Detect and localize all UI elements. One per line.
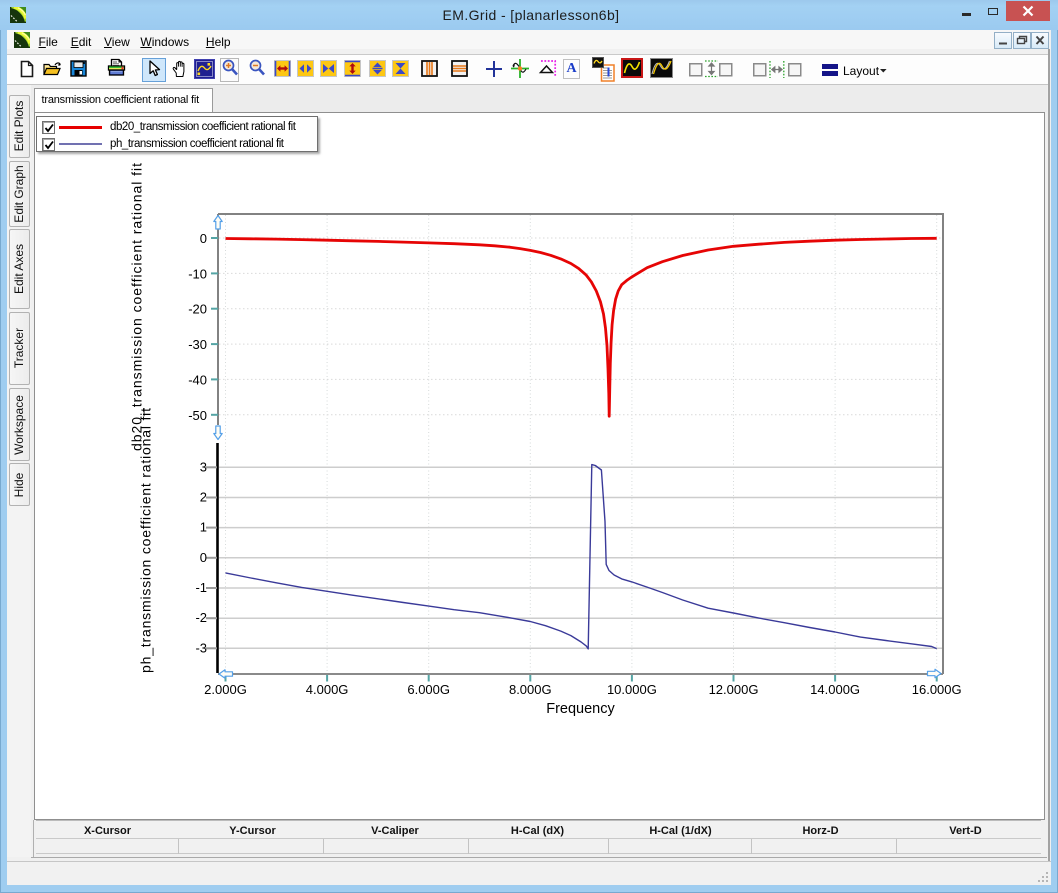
svg-text:-50: -50 [188,408,207,423]
svg-text:0: 0 [200,231,207,246]
svg-text:Frequency: Frequency [546,701,615,717]
svg-text:2.000G: 2.000G [204,682,247,697]
svg-text:6.000G: 6.000G [407,682,450,697]
svg-text:16.000G: 16.000G [912,682,962,697]
svg-text:12.000G: 12.000G [709,682,759,697]
svg-text:-40: -40 [188,372,207,387]
svg-text:-30: -30 [188,337,207,352]
svg-text:4.000G: 4.000G [306,682,349,697]
svg-text:8.000G: 8.000G [509,682,552,697]
svg-text:1: 1 [200,520,207,535]
svg-text:3: 3 [200,459,207,474]
svg-text:-3: -3 [195,640,207,655]
svg-text:10.000G: 10.000G [607,682,657,697]
svg-text:-2: -2 [195,610,207,625]
svg-text:2: 2 [200,490,207,505]
svg-text:-1: -1 [195,580,207,595]
svg-text:-20: -20 [188,302,207,317]
svg-text:14.000G: 14.000G [810,682,860,697]
svg-text:0: 0 [200,550,207,565]
svg-text:-10: -10 [188,266,207,281]
svg-text:ph_transmission coefficient ra: ph_transmission coefficient rational fit [138,408,154,673]
svg-text:db20_transmission coefficient: db20_transmission coefficient rational f… [129,163,145,451]
